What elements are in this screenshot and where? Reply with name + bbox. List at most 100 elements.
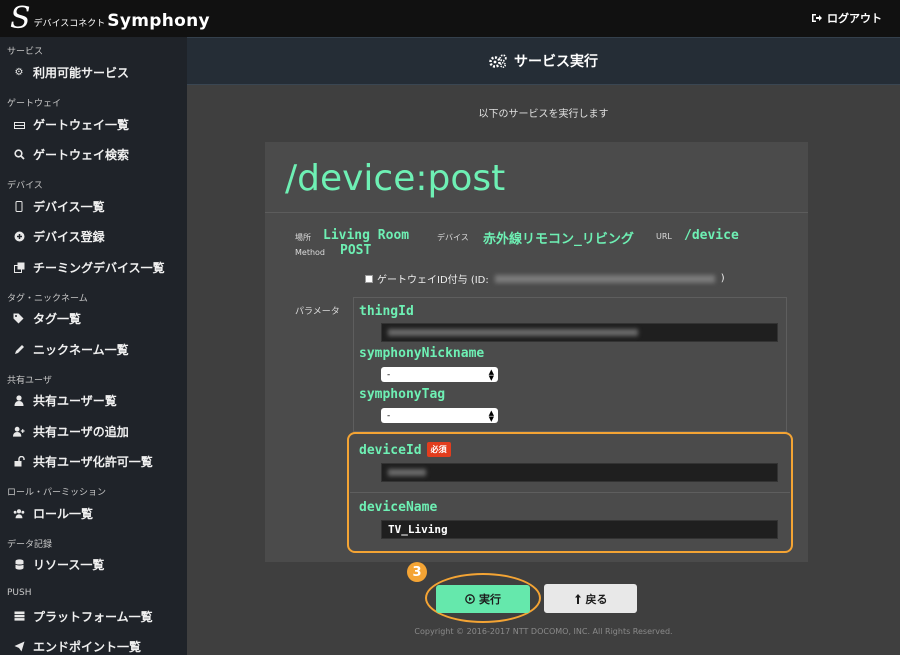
sidebar-item-shared-user-list[interactable]: 共有ユーザー覧: [0, 387, 187, 413]
sidebar-item-endpoint-list[interactable]: エンドポイント一覧: [0, 633, 187, 655]
run-label: 実行: [479, 593, 501, 606]
level-up-icon: [574, 593, 581, 604]
back-button[interactable]: 戻る: [544, 584, 637, 613]
play-circle-icon: [465, 594, 475, 604]
sidebar-item-device-register[interactable]: デバイス登録: [0, 223, 187, 249]
method-label: Method: [295, 248, 326, 257]
select-arrows-icon: ▲ ▼: [488, 367, 494, 382]
sidebar-item-label: タグ一覧: [33, 311, 82, 326]
parameter-label: パラメータ: [295, 307, 340, 317]
sidebar-item-label: 利用可能サービス: [33, 65, 130, 80]
run-button[interactable]: 実行: [436, 585, 530, 613]
symphony-nickname-select[interactable]: - ▲ ▼: [381, 367, 498, 382]
unlock-icon: [13, 455, 25, 467]
plus-circle-icon: [13, 230, 25, 242]
sidebar-item-label: リソース一覧: [33, 557, 105, 572]
sidebar-item-label: 共有ユーザの追加: [33, 424, 129, 439]
device-label: デバイス: [437, 233, 469, 242]
card-divider: [265, 212, 808, 213]
url-label: URL: [656, 232, 672, 241]
sidebar-item-platform-list[interactable]: プラットフォーム一覧: [0, 603, 187, 629]
users-icon: [13, 507, 25, 519]
mobile-icon: [13, 200, 25, 212]
sidebar-section-label: サービス: [7, 47, 44, 57]
search-icon: [13, 148, 25, 160]
select-value: -: [387, 369, 391, 380]
sidebar-section-label: タグ・ニックネーム: [7, 294, 88, 304]
sidebar-item-label: ロール一覧: [33, 506, 94, 521]
sidebar-item-label: デバイス一覧: [33, 199, 105, 214]
symphony-tag-select[interactable]: - ▲ ▼: [381, 408, 498, 423]
sidebar-item-label: デバイス登録: [33, 229, 105, 244]
gateway-id-redacted: [494, 274, 715, 283]
select-value: -: [387, 410, 391, 421]
sidebar-section-label: PUSH: [7, 588, 32, 598]
sidebar-section-label: 共有ユーザ: [7, 376, 52, 386]
gears-icon: [489, 54, 507, 68]
logout-label: ログアウト: [827, 12, 882, 25]
sidebar-item-label: ニックネーム一覧: [33, 342, 129, 357]
tags-icon: [13, 312, 25, 324]
page-title: サービス実行: [514, 54, 598, 70]
place-value: Living Room: [323, 228, 410, 243]
copyright-text: Copyright © 2016-2017 NTT DOCOMO, INC. A…: [414, 627, 673, 636]
sidebar-item-label: エンドポイント一覧: [33, 639, 142, 654]
gateway-id-checkbox[interactable]: ゲートウェイID付与 (ID: ): [365, 271, 725, 286]
sidebar-section-label: データ記録: [7, 540, 53, 550]
page-header: サービス実行: [187, 37, 900, 85]
app-logo[interactable]: S デバイスコネクト Symphony: [10, 2, 210, 34]
logo-subtitle: デバイスコネクト: [33, 19, 106, 29]
step-number-badge: 3: [407, 562, 427, 582]
sidebar-section-label: ゲートウェイ: [7, 99, 62, 109]
field-label-thingid: thingId: [359, 304, 414, 319]
sidebar-item-role-list[interactable]: ロール一覧: [0, 500, 187, 526]
top-bar: S デバイスコネクト Symphony ログアウト: [0, 0, 900, 37]
sidebar-item-resource-list[interactable]: リソース一覧: [0, 551, 187, 577]
sidebar-item-gateway-list[interactable]: ゲートウェイ一覧: [0, 111, 187, 137]
back-label: 戻る: [585, 592, 608, 606]
place-label: 場所: [295, 233, 311, 242]
gateway-check-label: ゲートウェイID付与 (ID:: [377, 275, 489, 286]
user-icon: [13, 394, 25, 406]
sidebar-item-available-services[interactable]: ⚙ 利用可能サービス: [0, 59, 187, 85]
sidebar-section-label: ロール・パーミッション: [7, 488, 107, 498]
sidebar-item-device-list[interactable]: デバイス一覧: [0, 193, 187, 219]
field-label-symphony-nickname: symphonyNickname: [359, 346, 485, 361]
sign-out-icon: [812, 14, 822, 22]
intro-text: 以下のサービスを実行します: [478, 109, 609, 120]
database-icon: [13, 558, 25, 570]
pencil-icon: [13, 343, 25, 355]
logo-name: Symphony: [107, 11, 210, 31]
sidebar-item-label: ゲートウェイ一覧: [33, 117, 130, 132]
gears-icon: ⚙: [14, 66, 24, 78]
hdd-icon: [13, 118, 25, 130]
user-plus-icon: [13, 425, 25, 437]
select-arrows-icon: ▲ ▼: [488, 408, 494, 423]
sidebar-item-tag-list[interactable]: タグ一覧: [0, 305, 187, 331]
sidebar-item-label: 共有ユーザー覧: [33, 393, 117, 408]
sidebar-item-label: チーミングデバイス一覧: [33, 260, 165, 275]
service-path-title: /device:post: [285, 158, 506, 199]
send-icon: [13, 640, 25, 652]
logout-button[interactable]: ログアウト: [811, 10, 882, 26]
sidebar-item-teaming-device-list[interactable]: チーミングデバイス一覧: [0, 254, 187, 280]
sidebar-item-shared-user-add[interactable]: 共有ユーザの追加: [0, 418, 187, 444]
sidebar-item-label: 共有ユーザ化許可一覧: [33, 454, 153, 469]
sidebar: サービス ⚙ 利用可能サービス ゲートウェイ ゲートウェイ一覧 ゲートウェイ検索…: [0, 37, 187, 655]
sidebar-item-gateway-search[interactable]: ゲートウェイ検索: [0, 141, 187, 167]
url-value: /device: [684, 228, 739, 243]
highlight-divider: [350, 492, 790, 493]
device-value: 赤外線リモコン_リビング: [483, 232, 634, 247]
checkbox-box[interactable]: [365, 274, 373, 283]
sidebar-item-label: ゲートウェイ検索: [33, 147, 130, 162]
sidebar-item-nickname-list[interactable]: ニックネーム一覧: [0, 336, 187, 362]
sidebar-section-label: デバイス: [7, 181, 43, 191]
field-label-symphony-tag: symphonyTag: [359, 387, 446, 402]
main-content: 以下のサービスを実行します /device:post 場所 Living Roo…: [187, 85, 900, 655]
logo-mark: S: [10, 1, 31, 36]
thingid-input[interactable]: [381, 323, 778, 342]
gateway-check-label-end: ): [720, 273, 725, 284]
thingid-redacted: [388, 329, 638, 336]
sidebar-item-shared-user-permission-list[interactable]: 共有ユーザ化許可一覧: [0, 448, 187, 474]
method-value: POST: [340, 243, 372, 258]
